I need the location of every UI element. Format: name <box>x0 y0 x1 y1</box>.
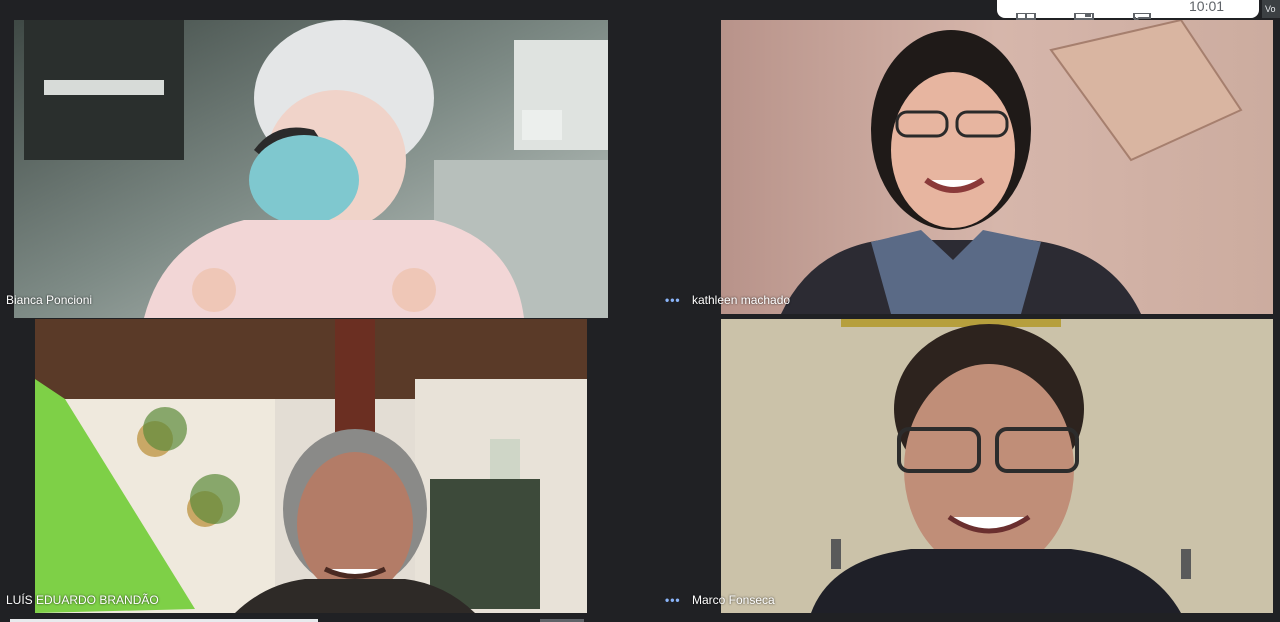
more-options-icon[interactable]: ••• <box>665 593 681 607</box>
participant-name: kathleen machado <box>692 293 791 307</box>
participant-tile-1[interactable]: Bianca Poncioni <box>0 18 640 318</box>
participant-tile-4[interactable]: ••• Marco Fonseca <box>640 318 1280 618</box>
participant-name: LUÍS EDUARDO BRANDÃO <box>6 593 159 607</box>
participant-tile-2[interactable]: ••• kathleen machado <box>640 18 1280 318</box>
participant-video <box>721 319 1273 613</box>
meeting-stage: 10:01 Vo Bianca Poncioni ••• kathleen ma… <box>0 0 1280 622</box>
participant-video <box>35 319 587 613</box>
grid-icon[interactable] <box>1015 8 1037 20</box>
participant-video <box>14 20 608 318</box>
participant-name: Bianca Poncioni <box>6 293 93 307</box>
participant-tile-3[interactable]: LUÍS EDUARDO BRANDÃO <box>0 318 640 618</box>
participant-video <box>721 20 1273 314</box>
corner-badge[interactable]: Vo <box>1262 0 1280 18</box>
chat-icon[interactable] <box>1131 8 1153 23</box>
more-options-icon[interactable]: ••• <box>665 293 681 307</box>
present-icon[interactable] <box>1073 8 1095 20</box>
participant-name: Marco Fonseca <box>692 593 775 607</box>
top-toolbar: 10:01 <box>997 0 1259 23</box>
clock-text: 10:01 <box>1189 0 1225 14</box>
